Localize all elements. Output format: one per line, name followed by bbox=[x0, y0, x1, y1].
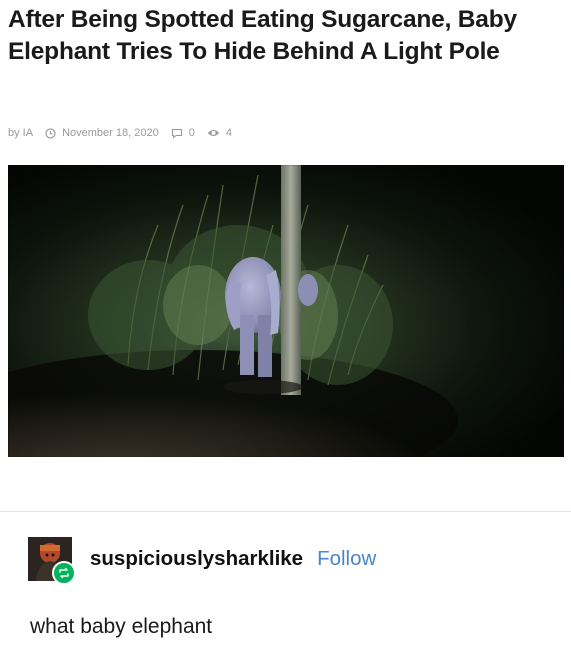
post-header: suspiciouslysharklike Follow bbox=[28, 536, 376, 585]
article-photo bbox=[8, 165, 564, 457]
article-author: by IA bbox=[8, 127, 34, 139]
article-meta: by IA November 18, 2020 0 4 bbox=[8, 124, 232, 142]
comment-count: 0 bbox=[188, 127, 195, 139]
post-text: what baby elephant bbox=[30, 615, 213, 638]
eye-icon bbox=[207, 128, 220, 138]
post-username[interactable]: suspiciouslysharklike bbox=[90, 547, 303, 571]
avatar[interactable] bbox=[28, 537, 76, 585]
comment-icon bbox=[171, 128, 183, 139]
article-title: After Being Spotted Eating Sugarcane, Ba… bbox=[8, 6, 517, 65]
clock-icon bbox=[45, 127, 56, 139]
elephant-photo-illustration bbox=[8, 165, 564, 457]
reblog-icon bbox=[52, 561, 76, 585]
follow-button[interactable]: Follow bbox=[317, 547, 376, 571]
article-date: November 18, 2020 bbox=[62, 127, 159, 139]
view-count: 4 bbox=[225, 127, 232, 139]
post-divider bbox=[0, 511, 571, 512]
